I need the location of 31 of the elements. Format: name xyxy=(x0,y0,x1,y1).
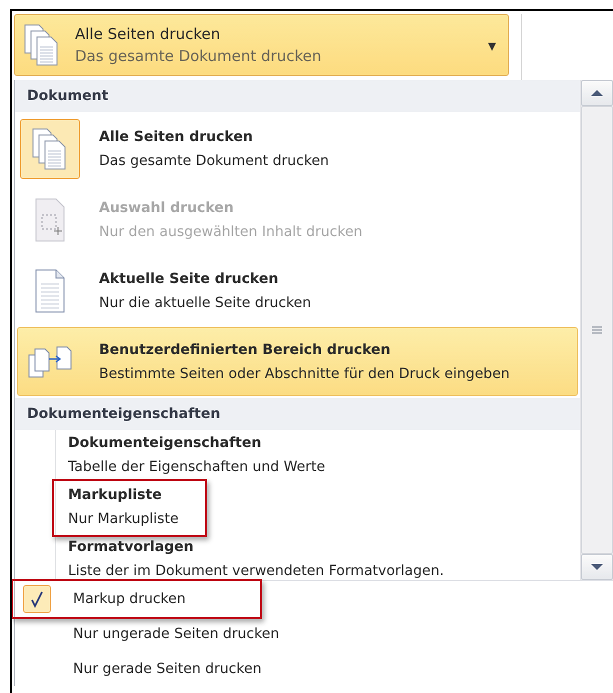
item-description: Bestimmte Seiten oder Abschnitte für den Druck eingeben xyxy=(99,364,510,384)
item-title: Dokumenteigenschaften xyxy=(68,434,262,453)
dropdown-subtitle: Das gesamte Dokument drucken xyxy=(75,47,322,65)
menu-option[interactable]: Markup drucken xyxy=(73,590,186,606)
item-title: Aktuelle Seite drucken xyxy=(99,270,280,288)
item-title: Benutzerdefinierten Bereich drucken xyxy=(99,340,392,360)
grip-icon xyxy=(592,326,602,334)
up-arrow-icon xyxy=(590,89,604,97)
dropdown-title: Alle Seiten drucken xyxy=(75,25,222,43)
item-description: Nur den ausgewählten Inhalt drucken xyxy=(99,222,362,242)
section-header: Dokumenteigenschaften xyxy=(15,398,580,430)
menu-option[interactable]: Nur ungerade Seiten drucken xyxy=(73,626,280,642)
down-arrow-icon xyxy=(590,563,604,571)
highlighted-menu-item[interactable]: Benutzerdefinierten Bereich drucken Bestimmte Seiten oder Abschnitte für den Druck eingeben xyxy=(17,327,578,396)
section-header: Dokument xyxy=(15,80,580,112)
pages-arrow-icon xyxy=(27,344,73,378)
item-title: Auswahl drucken xyxy=(99,198,235,218)
menu-option[interactable]: Nur gerade Seiten drucken xyxy=(73,660,262,676)
item-description: Liste der im Dokument verwendeten Formatvorlagen. xyxy=(68,562,444,580)
item-title: Markupliste xyxy=(68,486,163,505)
scroll-up-button[interactable] xyxy=(581,80,613,106)
item-title: Alle Seiten drucken xyxy=(99,128,254,146)
menu-item[interactable]: Markupliste Nur Markupliste xyxy=(55,482,580,534)
item-description: Nur die aktuelle Seite drucken xyxy=(99,294,312,312)
print-range-dropdown[interactable]: Alle Seiten drucken Das gesamte Dokument drucken ▾ xyxy=(14,14,509,76)
item-title: Formatvorlagen xyxy=(68,538,195,557)
item-description: Tabelle der Eigenschaften und Werte xyxy=(68,458,326,477)
caret-icon: ▾ xyxy=(488,36,496,54)
item-description: Nur Markupliste xyxy=(68,510,179,529)
scroll-down-button[interactable] xyxy=(581,554,613,580)
item-description: Das gesamte Dokument drucken xyxy=(99,152,329,170)
